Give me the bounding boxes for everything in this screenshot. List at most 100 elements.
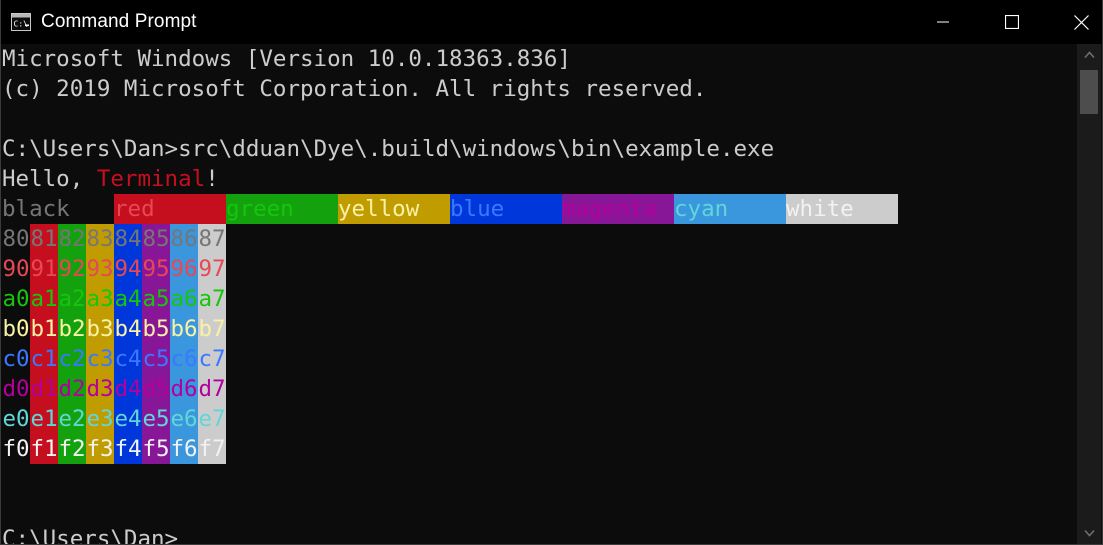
maximize-icon [1005, 15, 1019, 29]
maximize-button[interactable] [989, 0, 1035, 44]
hex-grid-cell: 90 [2, 254, 30, 284]
hex-grid-cell: b6 [170, 314, 198, 344]
hex-grid-cell: a4 [114, 284, 142, 314]
hex-grid-cell: f7 [198, 434, 226, 464]
scroll-down-button[interactable] [1077, 522, 1101, 544]
hex-grid-cell: 85 [142, 224, 170, 254]
hex-grid-cell: f2 [58, 434, 86, 464]
close-icon [1073, 14, 1089, 30]
minimize-icon [937, 21, 949, 23]
hex-grid-cell: 87 [198, 224, 226, 254]
color-name-cell: magenta [562, 194, 674, 224]
hex-grid-cell: b1 [30, 314, 58, 344]
hex-grid-row: c0 c1 c2 c3 c4 c5 c6 c7 [2, 344, 898, 374]
hex-grid-cell: c4 [114, 344, 142, 374]
terminal-line-blank-1 [2, 104, 898, 134]
hex-grid-row: e0 e1 e2 e3 e4 e5 e6 e7 [2, 404, 898, 434]
color-name-cell: yellow [338, 194, 450, 224]
terminal-output-area[interactable]: Microsoft Windows [Version 10.0.18363.83… [1, 44, 1079, 544]
hex-grid-cell: c0 [2, 344, 30, 374]
hex-grid-cell: 95 [142, 254, 170, 284]
hex-grid-cell: e2 [58, 404, 86, 434]
hex-grid-row: b0 b1 b2 b3 b4 b5 b6 b7 [2, 314, 898, 344]
hex-grid-cell: f6 [170, 434, 198, 464]
cmd-prompt-icon: C:\ [11, 13, 31, 31]
title-bar[interactable]: C:\ Command Prompt [1, 0, 1102, 44]
hex-grid-cell: a0 [2, 284, 30, 314]
hex-grid-row: a0 a1 a2 a3 a4 a5 a6 a7 [2, 284, 898, 314]
hex-grid-cell: d3 [86, 374, 114, 404]
hex-grid-cell: 81 [30, 224, 58, 254]
hex-grid-cell: e1 [30, 404, 58, 434]
terminal-hello-line: Hello, Terminal! [2, 164, 898, 194]
hex-grid-cell: 84 [114, 224, 142, 254]
hex-grid-cell: a2 [58, 284, 86, 314]
terminal-final-prompt: C:\Users\Dan> [2, 526, 179, 544]
hex-grid-cell: 94 [114, 254, 142, 284]
hex-grid-cell: b2 [58, 314, 86, 344]
hex-grid-cell: b0 [2, 314, 30, 344]
hex-grid-cell: b4 [114, 314, 142, 344]
terminal-line-blank-2 [2, 464, 898, 494]
vertical-scrollbar[interactable] [1077, 44, 1101, 544]
hex-grid-cell: 92 [58, 254, 86, 284]
hex-grid-cell: 80 [2, 224, 30, 254]
color-name-cell: green [226, 194, 338, 224]
hex-grid-cell: e4 [114, 404, 142, 434]
minimize-button[interactable] [920, 0, 966, 44]
hex-grid-cell: 86 [170, 224, 198, 254]
hex-grid-cell: d1 [30, 374, 58, 404]
color-name-cell: black [2, 194, 114, 224]
hex-grid-cell: c2 [58, 344, 86, 374]
color-names-row: black red green yellow blue magenta cyan white [2, 194, 898, 224]
scrollbar-track[interactable] [1077, 66, 1101, 522]
hex-grid-cell: e3 [86, 404, 114, 434]
hex-grid-cell: a5 [142, 284, 170, 314]
svg-text:C:\: C:\ [14, 20, 29, 29]
typed-command: src\dduan\Dye\.build\windows\bin\example… [178, 136, 775, 162]
hex-grid-cell: e7 [198, 404, 226, 434]
hello-suffix: ! [205, 166, 219, 192]
hex-grid-row: 80 81 82 83 84 85 86 87 [2, 224, 898, 254]
hex-grid-cell: c6 [170, 344, 198, 374]
hex-grid-cell: e0 [2, 404, 30, 434]
chevron-down-icon [1083, 529, 1095, 537]
hex-grid-cell: 97 [198, 254, 226, 284]
scroll-up-button[interactable] [1077, 44, 1101, 66]
terminal-line-copyright: (c) 2019 Microsoft Corporation. All righ… [2, 76, 707, 102]
hex-grid-cell: d6 [170, 374, 198, 404]
hex-grid-cell: a6 [170, 284, 198, 314]
hex-grid-cell: b3 [86, 314, 114, 344]
hex-grid-cell: c7 [198, 344, 226, 374]
hex-grid-row: d0 d1 d2 d3 d4 d5 d6 d7 [2, 374, 898, 404]
color-name-cell: cyan [674, 194, 786, 224]
color-name-cell: red [114, 194, 226, 224]
hex-grid-cell: d0 [2, 374, 30, 404]
hex-grid-cell: b7 [198, 314, 226, 344]
hex-grid-cell: 82 [58, 224, 86, 254]
window-title: Command Prompt [41, 11, 197, 32]
close-button[interactable] [1058, 0, 1102, 44]
terminal-line-blank-3 [2, 494, 898, 524]
terminal-screen: Microsoft Windows [Version 10.0.18363.83… [1, 44, 898, 544]
hex-grid-cell: 83 [86, 224, 114, 254]
hex-grid-cell: a1 [30, 284, 58, 314]
prompt-string: C:\Users\Dan> [2, 136, 179, 162]
scrollbar-thumb[interactable] [1080, 70, 1098, 114]
hex-grid-cell: f5 [142, 434, 170, 464]
hex-grid-cell: 91 [30, 254, 58, 284]
command-prompt-window: C:\ Command Prompt Microsoft Windows [Ve… [0, 0, 1103, 545]
hex-grid-cell: c3 [86, 344, 114, 374]
terminal-line-version: Microsoft Windows [Version 10.0.18363.83… [2, 46, 571, 72]
color-name-cell: blue [450, 194, 562, 224]
hex-grid-cell: d5 [142, 374, 170, 404]
hex-grid-cell: 96 [170, 254, 198, 284]
hex-grid-cell: 93 [86, 254, 114, 284]
hex-grid-cell: f4 [114, 434, 142, 464]
hex-grid-cell: a7 [198, 284, 226, 314]
hello-highlight-word: Terminal [96, 166, 206, 192]
hex-grid-cell: e6 [170, 404, 198, 434]
hex-grid-cell: d4 [114, 374, 142, 404]
hex-grid-cell: b5 [142, 314, 170, 344]
hex-grid-cell: f1 [30, 434, 58, 464]
